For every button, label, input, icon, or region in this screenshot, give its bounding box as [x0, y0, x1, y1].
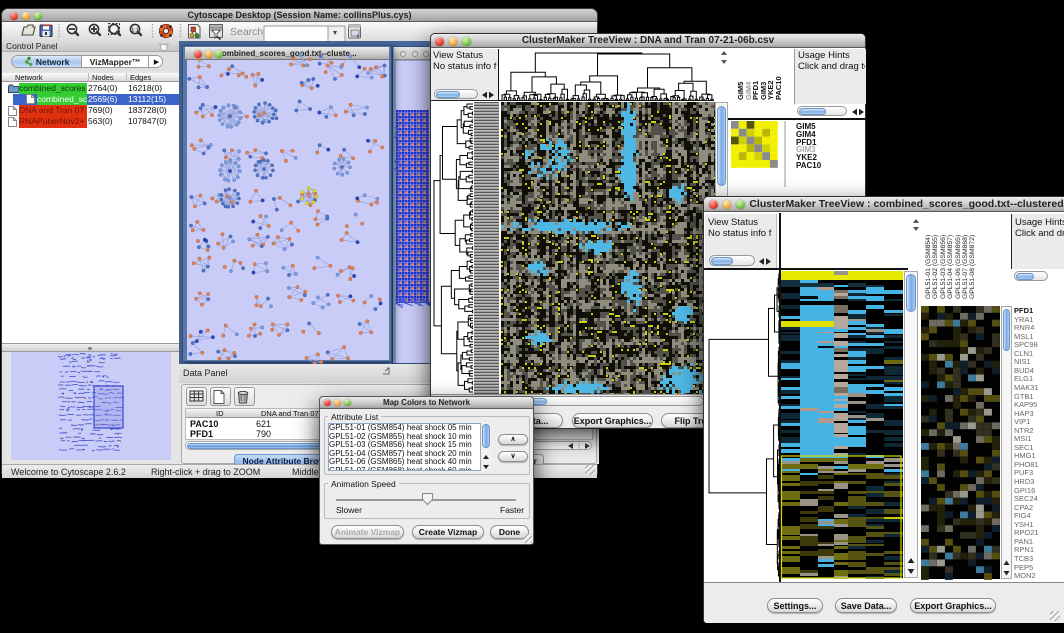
svg-text:1:1: 1:1 — [131, 28, 138, 34]
svg-text:Search:: Search: — [230, 26, 266, 38]
